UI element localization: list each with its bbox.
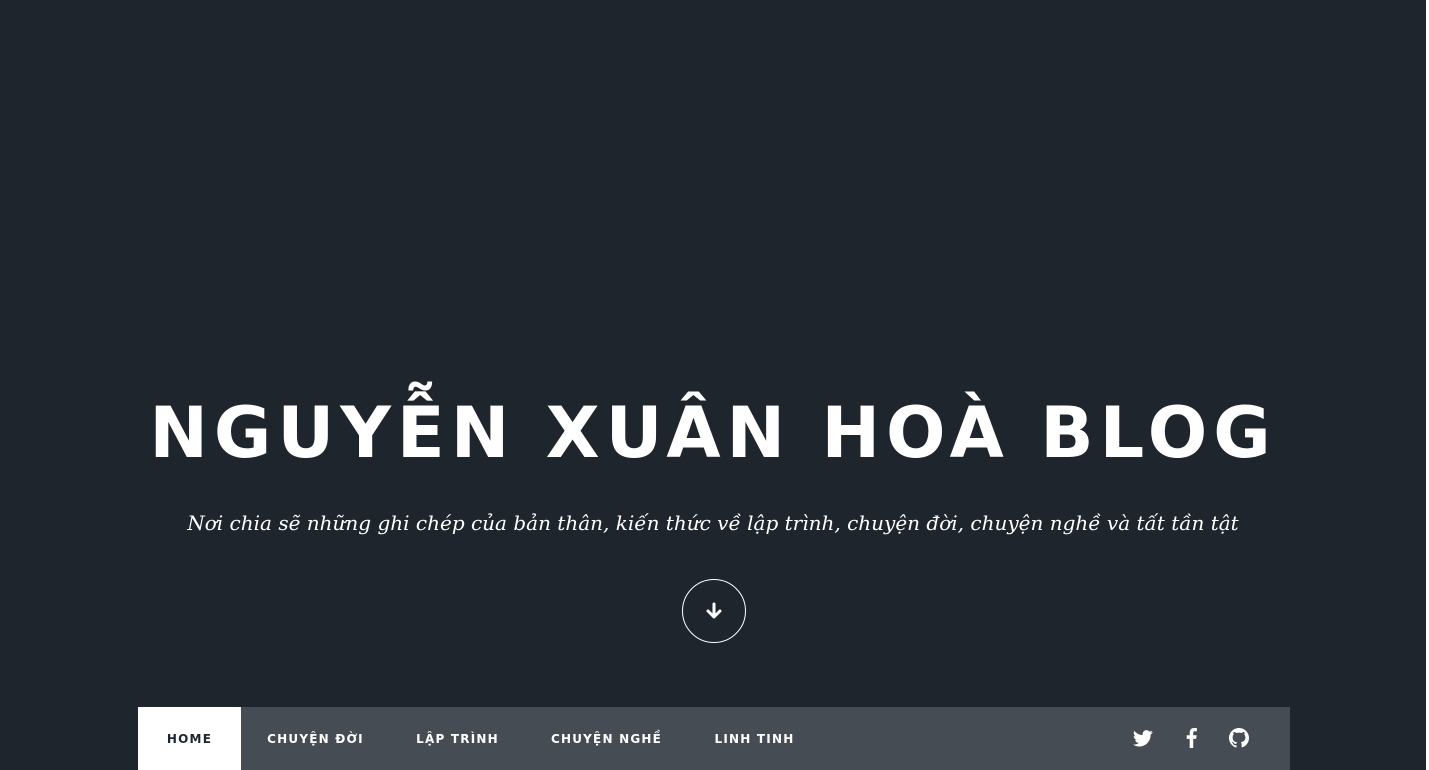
- facebook-link[interactable]: [1180, 727, 1202, 749]
- hero-header: NGUYỄN XUÂN HOÀ BLOG Nơi chia sẽ những g…: [0, 0, 1426, 770]
- nav-item-chuyen-doi[interactable]: CHUYỆN ĐỜI: [241, 707, 390, 770]
- github-icon: [1229, 728, 1249, 748]
- scroll-down-button[interactable]: [682, 579, 746, 643]
- site-tagline: Nơi chia sẽ những ghi chép của bản thân,…: [187, 511, 1239, 535]
- nav-item-chuyen-nghe[interactable]: CHUYỆN NGHỀ: [525, 707, 688, 770]
- nav-item-home[interactable]: HOME: [138, 707, 241, 770]
- facebook-icon: [1186, 728, 1197, 748]
- nav-item-lap-trinh[interactable]: LẬP TRÌNH: [390, 707, 525, 770]
- twitter-icon: [1133, 729, 1153, 746]
- nav-item-linh-tinh[interactable]: LINH TINH: [688, 707, 821, 770]
- github-link[interactable]: [1228, 727, 1250, 749]
- main-navbar: HOME CHUYỆN ĐỜI LẬP TRÌNH CHUYỆN NGHỀ LI…: [138, 707, 1290, 770]
- site-title: NGUYỄN XUÂN HOÀ BLOG: [149, 392, 1277, 474]
- arrow-down-icon: [706, 602, 722, 619]
- twitter-link[interactable]: [1132, 727, 1154, 749]
